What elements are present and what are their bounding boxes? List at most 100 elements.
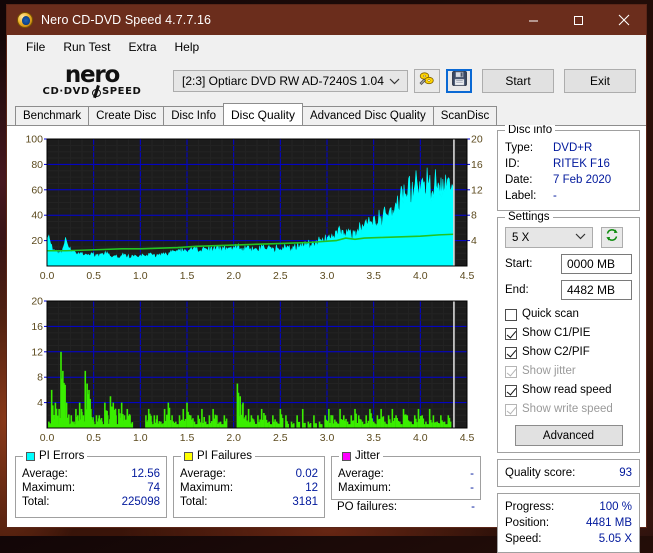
pi-errors-color-swatch bbox=[26, 452, 35, 461]
menu-file[interactable]: File bbox=[17, 38, 54, 56]
minimize-icon[interactable] bbox=[511, 5, 556, 35]
checkbox-show-c1-pie[interactable]: Show C1/PIE bbox=[505, 325, 632, 342]
svg-text:100: 100 bbox=[25, 134, 43, 146]
svg-text:8: 8 bbox=[37, 372, 43, 384]
app-window: Nero CD-DVD Speed 4.7.7.16 File Run Test… bbox=[6, 4, 647, 528]
disc-id-value: RITEK F16 bbox=[553, 156, 610, 172]
speed-select[interactable]: 5 X bbox=[505, 227, 593, 248]
menu-extra[interactable]: Extra bbox=[119, 38, 165, 56]
svg-text:40: 40 bbox=[31, 210, 43, 222]
svg-text:20: 20 bbox=[31, 235, 43, 247]
logo-wordmark: nero bbox=[65, 65, 119, 86]
start-field-row: Start: 0000 MB bbox=[505, 254, 632, 274]
pi-errors-stats-group: PI Errors Average: 12.56 Maximum: 74 Tot… bbox=[15, 456, 167, 518]
pi-errors-title-text: PI Errors bbox=[39, 450, 84, 462]
quality-score-label: Quality score: bbox=[505, 465, 589, 481]
disc-id-label: ID: bbox=[505, 156, 553, 172]
disc-info-date-row: Date: 7 Feb 2020 bbox=[505, 172, 632, 188]
start-input[interactable]: 0000 MB bbox=[561, 254, 632, 274]
checkbox-show-c2-pif-label: Show C2/PIF bbox=[522, 344, 590, 361]
svg-text:2.5: 2.5 bbox=[273, 432, 288, 444]
disc-tools-icon bbox=[419, 71, 435, 91]
charts-column: 20406080100481216200.00.51.01.52.02.53.0… bbox=[7, 126, 495, 527]
chevron-down-icon bbox=[389, 74, 400, 88]
disc-label-value: - bbox=[553, 188, 557, 204]
disc-type-value: DVD+R bbox=[553, 140, 592, 156]
jitter-stats-holder: Jitter Average: - Maximum: - PO failures… bbox=[331, 456, 481, 518]
tab-disc-info[interactable]: Disc Info bbox=[163, 106, 224, 125]
tab-benchmark[interactable]: Benchmark bbox=[15, 106, 89, 125]
svg-text:8: 8 bbox=[471, 210, 477, 222]
tab-advanced-disc-quality[interactable]: Advanced Disc Quality bbox=[302, 106, 434, 125]
svg-text:0.5: 0.5 bbox=[86, 270, 101, 282]
end-input[interactable]: 4482 MB bbox=[561, 280, 632, 300]
nero-disc-icon bbox=[17, 12, 33, 28]
menu-run-test[interactable]: Run Test bbox=[54, 38, 119, 56]
jitter-title-text: Jitter bbox=[355, 450, 380, 462]
disc-info-label-row: Label: - bbox=[505, 188, 632, 204]
maximize-icon[interactable] bbox=[556, 5, 601, 35]
tab-content-disc-quality: 20406080100481216200.00.51.01.52.02.53.0… bbox=[7, 125, 646, 527]
pi-failures-average-row: Average: 0.02 bbox=[180, 467, 318, 481]
svg-text:20: 20 bbox=[31, 296, 43, 308]
svg-text:20: 20 bbox=[471, 134, 483, 146]
svg-text:4.0: 4.0 bbox=[413, 270, 428, 282]
drive-select[interactable]: [2:3] Optiarc DVD RW AD-7240S 1.04 bbox=[173, 70, 408, 92]
tab-scandisc[interactable]: ScanDisc bbox=[433, 106, 498, 125]
close-icon[interactable] bbox=[601, 5, 646, 35]
floppy-save-icon bbox=[452, 71, 467, 91]
pi-errors-group-title: PI Errors bbox=[23, 450, 87, 462]
menu-help[interactable]: Help bbox=[166, 38, 209, 56]
checkbox-show-c1-pie-label: Show C1/PIE bbox=[522, 325, 590, 342]
po-failures-value: - bbox=[471, 501, 475, 513]
progress-row: Progress: 100 % bbox=[505, 499, 632, 515]
checkbox-show-write-speed-label: Show write speed bbox=[522, 401, 613, 418]
refresh-cycle-icon bbox=[605, 228, 619, 247]
tab-create-disc[interactable]: Create Disc bbox=[88, 106, 164, 125]
logo-tagline-left: CD·DVD bbox=[43, 86, 90, 97]
jitter-average-label: Average: bbox=[338, 467, 384, 481]
end-field-row: End: 4482 MB bbox=[505, 280, 632, 300]
pi-errors-total-row: Total: 225098 bbox=[22, 495, 160, 509]
position-label: Position: bbox=[505, 515, 565, 531]
logo-tagline-right: SPEED bbox=[102, 86, 142, 97]
svg-text:12: 12 bbox=[31, 346, 43, 358]
jitter-group-title: Jitter bbox=[339, 450, 383, 462]
disc-info-panel: Disc info Type: DVD+R ID: RITEK F16 Date… bbox=[497, 130, 640, 211]
svg-text:4: 4 bbox=[471, 235, 477, 247]
logo-tagline: CD·DVD SPEED bbox=[43, 86, 142, 97]
disc-info-type-row: Type: DVD+R bbox=[505, 140, 632, 156]
checkbox-show-jitter: Show jitter bbox=[505, 363, 632, 380]
pi-failures-total-label: Total: bbox=[180, 495, 208, 509]
svg-text:3.5: 3.5 bbox=[366, 270, 381, 282]
quality-score-row: Quality score: 93 bbox=[505, 465, 632, 481]
jitter-stats-group: Jitter Average: - Maximum: - bbox=[331, 456, 481, 500]
checkbox-show-c2-pif[interactable]: Show C2/PIF bbox=[505, 344, 632, 361]
checkbox-icon bbox=[505, 309, 517, 321]
pi-failures-maximum-row: Maximum: 12 bbox=[180, 481, 318, 495]
pi-errors-maximum-row: Maximum: 74 bbox=[22, 481, 160, 495]
advanced-button[interactable]: Advanced bbox=[515, 425, 623, 446]
svg-text:0.5: 0.5 bbox=[86, 432, 101, 444]
pi-failures-maximum-value: 12 bbox=[305, 481, 318, 495]
checkbox-quick-scan[interactable]: Quick scan bbox=[505, 306, 632, 323]
svg-text:2.5: 2.5 bbox=[273, 270, 288, 282]
start-button[interactable]: Start bbox=[482, 69, 554, 93]
checkbox-checked-icon bbox=[505, 328, 517, 340]
svg-text:0.0: 0.0 bbox=[40, 432, 55, 444]
jitter-maximum-row: Maximum: - bbox=[338, 481, 474, 495]
exit-button[interactable]: Exit bbox=[564, 69, 636, 93]
side-panel: Disc info Type: DVD+R ID: RITEK F16 Date… bbox=[495, 126, 646, 527]
refresh-button[interactable] bbox=[601, 227, 623, 248]
jitter-maximum-label: Maximum: bbox=[338, 481, 391, 495]
po-failures-label: PO failures: bbox=[337, 501, 397, 513]
tab-disc-quality[interactable]: Disc Quality bbox=[223, 103, 303, 125]
save-button[interactable] bbox=[446, 69, 472, 93]
speed-row: 5 X bbox=[505, 227, 632, 248]
disc-tools-button[interactable] bbox=[414, 69, 440, 93]
quality-score-panel: Quality score: 93 bbox=[497, 459, 640, 487]
checkbox-show-read-speed[interactable]: Show read speed bbox=[505, 382, 632, 399]
svg-text:80: 80 bbox=[31, 159, 43, 171]
svg-text:16: 16 bbox=[471, 159, 483, 171]
pi-failures-total-row: Total: 3181 bbox=[180, 495, 318, 509]
